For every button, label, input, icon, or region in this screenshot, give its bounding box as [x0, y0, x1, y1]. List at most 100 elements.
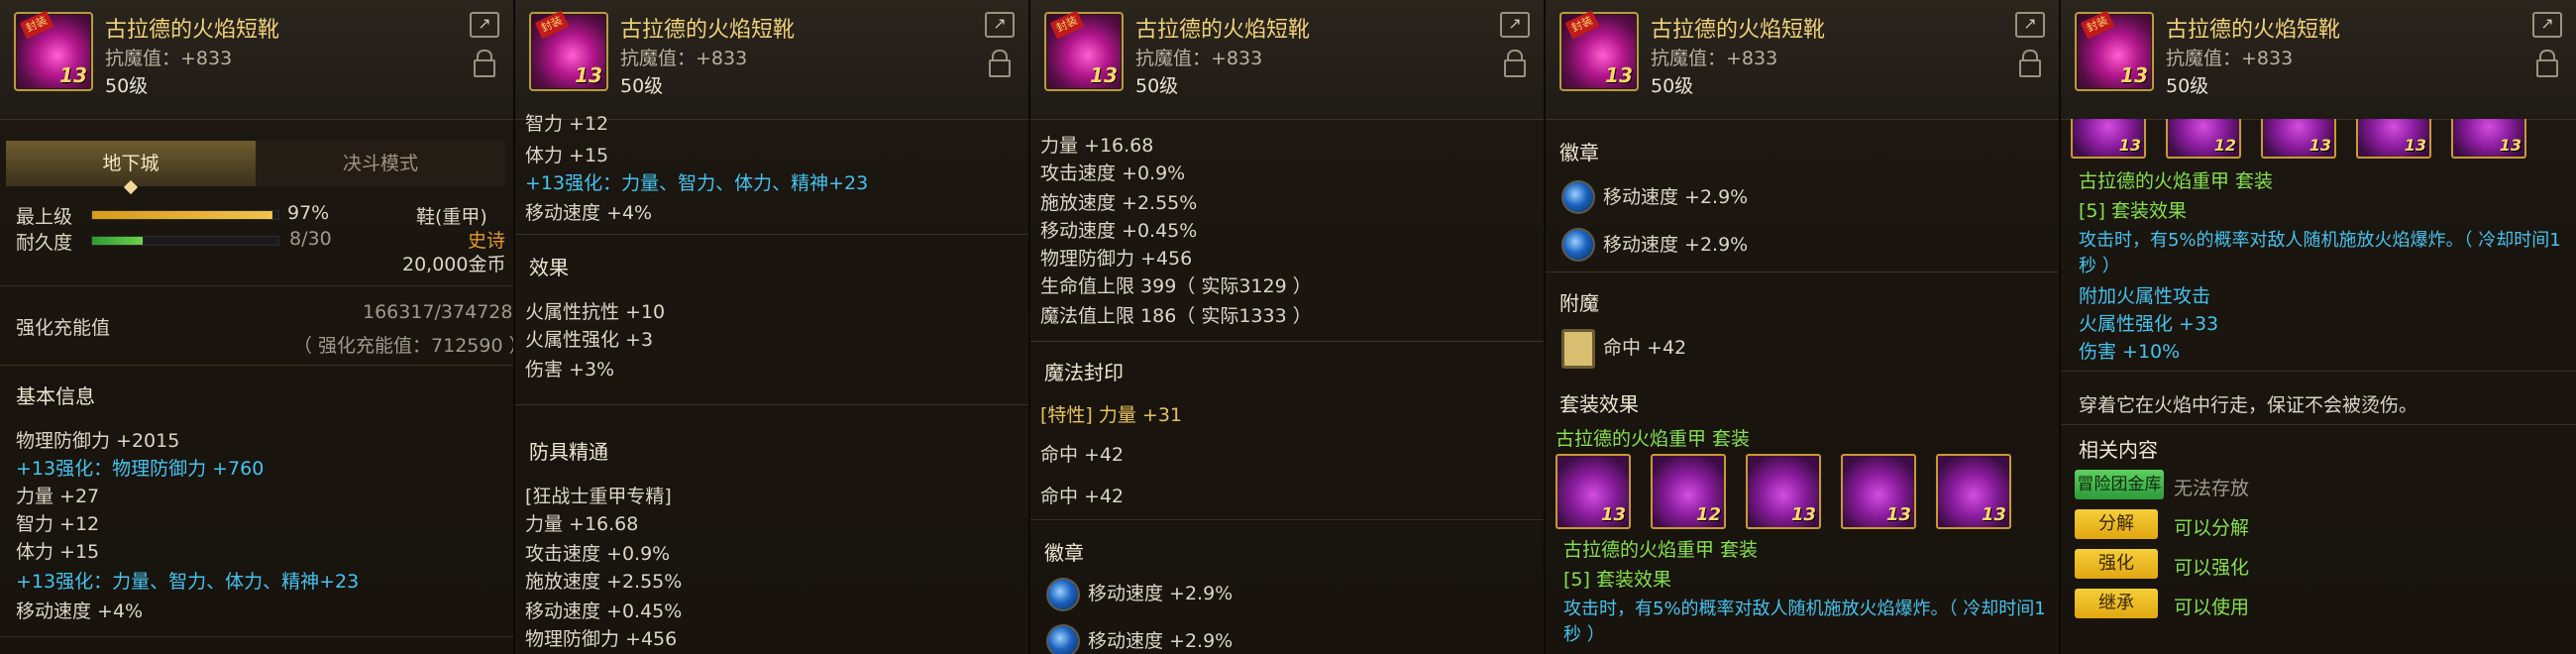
- emblem-orb-icon: [1046, 578, 1080, 611]
- share-icon[interactable]: ↗: [2015, 12, 2045, 38]
- item-icon: 封装 13: [14, 10, 93, 91]
- warehouse-badge: 冒险团金库: [2075, 470, 2164, 499]
- durability-bar: [91, 236, 279, 246]
- enchant-line: 命中 +42: [1603, 337, 1687, 359]
- item-icon: 封装 13: [529, 10, 608, 91]
- item-enhance-level: 13: [59, 63, 87, 87]
- set-item-icon[interactable]: 13: [2071, 119, 2146, 159]
- set-item-level: 13: [1790, 504, 1816, 525]
- tooltip-panel-3: 封装 13 古拉德的火焰短靴 抗魔值：+833 50级 ↗ 力量 +16.68 …: [1030, 0, 1546, 654]
- lock-icon[interactable]: [2536, 50, 2558, 77]
- share-icon[interactable]: ↗: [470, 12, 499, 38]
- seal-line: 命中 +42: [1040, 486, 1125, 507]
- set-item-level: 13: [1600, 504, 1626, 525]
- enhance-button[interactable]: 强化: [2075, 549, 2158, 579]
- item-name: 古拉德的火焰短靴: [105, 18, 280, 43]
- base-line: +13强化：力量、智力、体力、精神+23: [525, 172, 869, 194]
- tooltip-panel-1: 封装 13 古拉德的火焰短靴 抗魔值：+833 50级 ↗ 地下城 决斗模式 最…: [0, 0, 515, 654]
- set-item-icon[interactable]: 12: [2166, 119, 2241, 159]
- item-header: 封装 13 古拉德的火焰短靴 抗魔值：+833 50级 ↗: [1030, 0, 1544, 120]
- lock-icon[interactable]: [989, 50, 1011, 77]
- seal-title: 魔法封印: [1044, 361, 1124, 384]
- divider: [0, 636, 513, 637]
- tab-dungeon[interactable]: 地下城: [6, 141, 256, 186]
- item-anti-magic: 抗魔值：+833: [2166, 48, 2294, 69]
- mastery-line: 力量 +16.68: [525, 513, 639, 535]
- lock-icon[interactable]: [2019, 50, 2041, 77]
- divider: [515, 234, 1028, 235]
- set-item-icon[interactable]: 13: [2451, 119, 2526, 159]
- item-anti-magic: 抗魔值：+833: [105, 48, 233, 69]
- disassemble-button[interactable]: 分解: [2075, 509, 2158, 539]
- emblem-line: 移动速度 +2.9%: [1088, 583, 1234, 604]
- seal-line: [特性] 力量 +31: [1040, 404, 1183, 426]
- effect-title: 效果: [529, 256, 569, 279]
- set-item-icon[interactable]: 13: [2356, 119, 2431, 159]
- item-level: 50级: [105, 75, 149, 97]
- enhance-sub: （ 强化充能值：712590 ）: [293, 335, 515, 357]
- set-name: 古拉德的火焰重甲 套装: [2079, 170, 2274, 192]
- seal-line: 命中 +42: [1040, 444, 1125, 466]
- share-icon[interactable]: ↗: [985, 12, 1015, 38]
- set-item-level: 13: [1981, 504, 2006, 525]
- item-level: 50级: [1651, 75, 1694, 97]
- set-item-icon[interactable]: 13: [1556, 454, 1631, 529]
- tab-duel[interactable]: 决斗模式: [256, 141, 505, 186]
- mastery-line: 攻击速度 +0.9%: [525, 543, 671, 565]
- set-item-icon[interactable]: 13: [2261, 119, 2336, 159]
- set-item-level: 12: [2213, 136, 2236, 155]
- set-item-icon[interactable]: 12: [1651, 454, 1726, 529]
- item-tag: 封装: [2080, 10, 2115, 40]
- emblem-orb-icon: [1561, 228, 1595, 262]
- base-line: 智力 +12: [16, 513, 100, 535]
- max-level-value: 97%: [287, 202, 330, 224]
- extra-line: 伤害 +10%: [2079, 341, 2181, 363]
- effect-line: 火属性抗性 +10: [525, 301, 666, 323]
- item-icon: 封装 13: [1044, 10, 1124, 91]
- set-item-icon[interactable]: 13: [1936, 454, 2011, 529]
- item-level: 50级: [2166, 75, 2209, 97]
- emblem-title: 徽章: [1044, 541, 1084, 565]
- inherit-button[interactable]: 继承: [2075, 589, 2158, 618]
- item-tag: 封装: [19, 10, 54, 40]
- item-price: 20,000金币: [402, 254, 506, 275]
- divider: [2061, 371, 2576, 372]
- base-line: 移动速度 +4%: [16, 600, 144, 622]
- set-bonus-line: 攻击时，有5%的概率对敌人随机施放火焰爆炸。（ 冷却时间1: [1563, 599, 2046, 619]
- emblem-line: 移动速度 +2.9%: [1603, 186, 1749, 208]
- max-level-bar: [91, 210, 279, 220]
- item-anti-magic: 抗魔值：+833: [1135, 48, 1263, 69]
- mastery-line: 攻击速度 +0.9%: [1040, 163, 1186, 184]
- effect-line: 伤害 +3%: [525, 359, 615, 381]
- item-header: 封装 13 古拉德的火焰短靴 抗魔值：+833 50级 ↗: [0, 0, 513, 120]
- mastery-line: 移动速度 +0.45%: [525, 600, 683, 622]
- emblem-title: 徽章: [1559, 141, 1599, 164]
- lock-icon[interactable]: [1504, 50, 1526, 77]
- divider: [515, 404, 1028, 405]
- divider: [2061, 424, 2576, 425]
- emblem-line: 移动速度 +2.9%: [1088, 630, 1234, 652]
- set-item-level: 13: [2118, 136, 2141, 155]
- item-slot: 鞋(重甲): [416, 206, 487, 228]
- set-bonus-line: 秒 ）: [2079, 256, 2120, 276]
- item-enhance-level: 13: [1605, 63, 1633, 87]
- set-item-icon[interactable]: 13: [1746, 454, 1821, 529]
- set-item-icon[interactable]: 13: [1841, 454, 1916, 529]
- set-item-level: 12: [1695, 504, 1721, 525]
- share-icon[interactable]: ↗: [1500, 12, 1530, 38]
- durability-label: 耐久度: [16, 232, 73, 254]
- set-name: 古拉德的火焰重甲 套装: [1563, 539, 1759, 561]
- mastery-title: 防具精通: [529, 440, 608, 464]
- disassemble-text: 可以分解: [2174, 517, 2250, 539]
- set-bonus-title: [5] 套装效果: [1563, 569, 1671, 591]
- base-line: 移动速度 +4%: [525, 202, 653, 224]
- item-header: 封装 13 古拉德的火焰短靴 抗魔值：+833 50级 ↗: [2061, 0, 2576, 120]
- item-rarity: 史诗: [468, 230, 506, 252]
- item-name: 古拉德的火焰短靴: [2166, 18, 2341, 43]
- base-line: 物理防御力 +2015: [16, 430, 180, 452]
- lock-icon[interactable]: [474, 50, 495, 77]
- tooltip-panel-2: 封装 13 古拉德的火焰短靴 抗魔值：+833 50级 ↗ 智力 +12 体力 …: [515, 0, 1030, 654]
- item-enhance-level: 13: [1090, 63, 1118, 87]
- divider: [0, 285, 513, 286]
- share-icon[interactable]: ↗: [2532, 12, 2562, 38]
